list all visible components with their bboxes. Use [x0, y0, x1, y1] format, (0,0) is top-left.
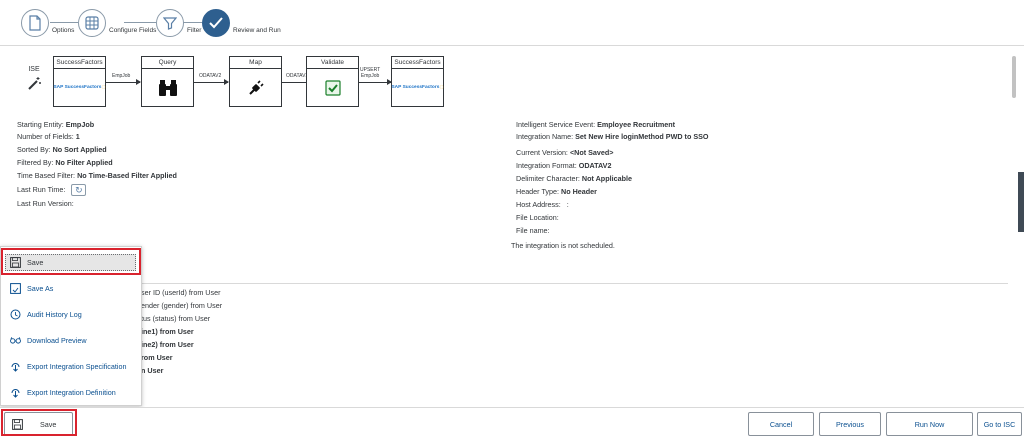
- flow-box-map: Map: [229, 56, 282, 107]
- wizard-step-label: Filter: [187, 26, 202, 34]
- refresh-icon[interactable]: ↻: [71, 184, 87, 196]
- menu-item-save[interactable]: Save: [1, 250, 141, 274]
- menu-item-label: Save As: [27, 283, 54, 293]
- info-delimiter-character: Delimiter Character: Not Applicable: [516, 174, 632, 183]
- flow-box-title: SuccessFactors: [392, 57, 443, 69]
- flow-arrow-label: ODATAV2: [199, 73, 222, 79]
- download-icon: [10, 361, 21, 372]
- info-host-address: Host Address: :: [516, 200, 569, 209]
- wizard-bar: Options Configure Fields Filter Review a…: [0, 0, 1024, 46]
- history-icon: [10, 309, 21, 320]
- info-file-name: File name:: [516, 226, 550, 235]
- go-to-isc-button[interactable]: Go to ISC: [977, 412, 1022, 436]
- flow-arrow: [194, 79, 229, 85]
- info-time-based-filter: Time Based Filter: No Time-Based Filter …: [17, 171, 177, 180]
- flow-arrow: [106, 79, 141, 85]
- info-integration-format: Integration Format: ODATAV2: [516, 161, 612, 170]
- info-last-run-time: Last Run Time: ↻: [17, 184, 87, 196]
- info-last-run-version: Last Run Version:: [17, 199, 74, 208]
- section-divider: [140, 283, 1008, 284]
- info-sorted-by: Sorted By: No Sort Applied: [17, 145, 107, 154]
- wizard-step-filter[interactable]: Filter: [156, 8, 201, 38]
- flow-box-source: SuccessFactors SAP SuccessFactors ◌: [53, 56, 106, 107]
- menu-item-export-integration-definition[interactable]: Export Integration Definition: [1, 380, 141, 404]
- filter-icon: [156, 9, 184, 37]
- flow-box-query: Query: [141, 56, 194, 107]
- table-icon: [78, 9, 106, 37]
- flow-start-ise: ISE: [22, 66, 46, 94]
- save-menu-button[interactable]: Save: [4, 412, 73, 436]
- menu-item-label: Export Integration Definition: [27, 387, 116, 397]
- successfactors-logo: SAP SuccessFactors: [391, 85, 440, 90]
- info-current-version: Current Version: <Not Saved>: [516, 148, 614, 157]
- scrollbar-thumb[interactable]: [1012, 56, 1016, 98]
- field-row: n User: [141, 366, 164, 375]
- flow-arrow-label: ODATAV2: [286, 73, 309, 79]
- green-check-icon: [307, 69, 358, 106]
- field-row: ender (gender) from User: [141, 301, 223, 310]
- info-file-location: File Location:: [516, 213, 559, 222]
- info-intelligent-service-event: Intelligent Service Event: Employee Recr…: [516, 120, 675, 129]
- vertical-scrollbar[interactable]: [1010, 50, 1018, 405]
- side-panel-tab[interactable]: [1018, 172, 1024, 232]
- menu-item-save-as[interactable]: Save As: [1, 276, 141, 300]
- wizard-step-options[interactable]: Options: [21, 8, 74, 38]
- menu-item-audit-history-log[interactable]: Audit History Log: [1, 302, 141, 326]
- flow-box-title: SuccessFactors: [54, 57, 105, 69]
- wizard-step-label: Review and Run: [233, 26, 281, 34]
- info-header-type: Header Type: No Header: [516, 187, 597, 196]
- run-now-button[interactable]: Run Now: [886, 412, 973, 436]
- wizard-step-label: Configure Fields: [109, 26, 157, 34]
- info-integration-name: Integration Name: Set New Hire loginMeth…: [516, 132, 709, 141]
- flow-box-destination: SuccessFactors SAP SuccessFactors ◌: [391, 56, 444, 107]
- successfactors-logo: SAP SuccessFactors: [53, 85, 102, 90]
- menu-item-label: Audit History Log: [27, 309, 82, 319]
- save-icon: [10, 256, 21, 268]
- magic-wand-icon: [22, 76, 46, 94]
- flow-start-label: ISE: [28, 66, 40, 73]
- field-row: tus (status) from User: [141, 314, 211, 323]
- flow-box-title: Map: [230, 57, 281, 69]
- wizard-step-review-and-run[interactable]: Review and Run: [202, 8, 281, 38]
- binoculars-icon: [142, 69, 193, 106]
- flow-arrow-label: EmpJob: [112, 73, 131, 79]
- menu-item-label: Export Integration Specification: [27, 361, 127, 371]
- info-filtered-by: Filtered By: No Filter Applied: [17, 158, 113, 167]
- menu-item-download-preview[interactable]: Download Preview: [1, 328, 141, 352]
- document-icon: [21, 9, 49, 37]
- checkmark-icon: [202, 9, 230, 37]
- wizard-step-configure-fields[interactable]: Configure Fields: [78, 8, 156, 38]
- field-row: rom User: [141, 353, 173, 362]
- menu-item-label: Save: [27, 257, 44, 267]
- flow-arrow-label: UPSERT EmpJob: [360, 67, 381, 79]
- info-number-of-fields: Number of Fields: 1: [17, 132, 80, 141]
- flow-arrow: [359, 79, 392, 85]
- schedule-note: The integration is not scheduled.: [511, 241, 615, 250]
- save-icon: [12, 418, 23, 430]
- flow-box-validate: Validate: [306, 56, 359, 107]
- flow-box-title: Validate: [307, 57, 358, 69]
- menu-item-export-integration-specification[interactable]: Export Integration Specification: [1, 354, 141, 378]
- save-button-label: Save: [40, 419, 57, 429]
- footer-toolbar: Save Cancel Previous Run Now Go to ISC: [0, 407, 1024, 439]
- download-icon: [10, 387, 21, 398]
- wizard-step-label: Options: [52, 26, 75, 34]
- save-options-menu: Save Save As Audit History Log Download …: [0, 246, 142, 406]
- field-row: ser ID (userId) from User: [141, 288, 221, 297]
- menu-item-label: Download Preview: [27, 335, 87, 345]
- previous-button[interactable]: Previous: [819, 412, 881, 436]
- field-row: ine2) from User: [141, 340, 194, 349]
- cancel-button[interactable]: Cancel: [748, 412, 814, 436]
- info-starting-entity: Starting Entity: EmpJob: [17, 120, 95, 129]
- glasses-icon: [10, 335, 21, 346]
- plug-icon: [230, 69, 281, 106]
- flow-box-title: Query: [142, 57, 193, 69]
- save-as-icon: [10, 282, 21, 294]
- field-row: ine1) from User: [141, 327, 194, 336]
